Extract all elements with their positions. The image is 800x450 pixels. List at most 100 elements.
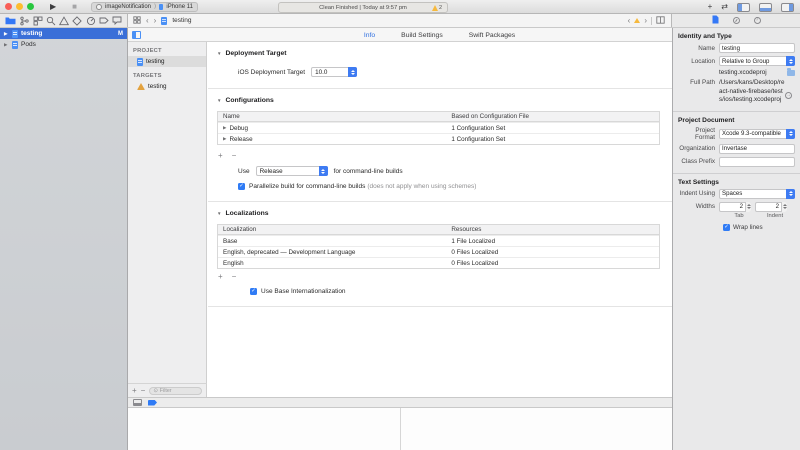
project-format-dropdown[interactable]: Xcode 9.3-compatible — [719, 129, 795, 139]
history-inspector-icon[interactable] — [733, 17, 740, 24]
issue-navigator-icon[interactable] — [59, 16, 69, 26]
wrap-lines-label: Wrap lines — [733, 224, 763, 231]
forward-button[interactable]: › — [154, 16, 157, 25]
stepper-arrows-icon[interactable] — [781, 202, 787, 212]
divider — [651, 17, 652, 25]
section-disclosure-icon[interactable]: ▼ — [217, 211, 221, 216]
run-button[interactable]: ▶ — [50, 0, 56, 14]
tab-info[interactable]: Info — [364, 32, 375, 39]
warning-badge[interactable]: 2 — [432, 5, 442, 11]
toggle-inspector-button[interactable] — [781, 3, 794, 12]
project-item-label: testing — [146, 58, 165, 65]
toggle-navigator-button[interactable] — [737, 3, 750, 12]
parallelize-checkbox[interactable]: ✓ — [238, 183, 245, 190]
jump-bar: ‹ › testing ‹ › — [128, 14, 672, 27]
class-prefix-label: Class Prefix — [677, 158, 719, 165]
next-issue-button[interactable]: › — [644, 16, 647, 25]
project-item-testing[interactable]: testing — [128, 56, 206, 67]
editor-tabs: Info Build Settings Swift Packages — [207, 28, 672, 42]
remove-target-button[interactable]: − — [141, 387, 146, 395]
name-field[interactable]: testing — [719, 43, 795, 53]
test-navigator-icon[interactable] — [72, 16, 82, 26]
add-localization-button[interactable]: + — [218, 272, 223, 281]
row-disclosure-icon[interactable]: ▶ — [223, 136, 226, 142]
tab-build-settings[interactable]: Build Settings — [401, 32, 443, 39]
report-navigator-icon[interactable] — [112, 16, 122, 25]
code-review-button[interactable]: ⇄ — [721, 0, 728, 14]
tab-width-stepper[interactable]: 2 — [719, 202, 751, 212]
section-title: Localizations — [225, 210, 268, 217]
ios-deployment-target-dropdown[interactable]: 10.0 — [311, 67, 357, 77]
row-disclosure-icon[interactable]: ▶ — [223, 125, 226, 131]
command-line-config-dropdown[interactable]: Release — [256, 166, 328, 176]
filter-field[interactable]: ⊙ Filter — [149, 387, 202, 395]
toggle-projects-list-icon[interactable] — [132, 31, 141, 39]
disclosure-triangle-icon[interactable]: ▶ — [4, 31, 9, 37]
remove-localization-button[interactable]: − — [232, 272, 237, 281]
hide-debug-area-icon[interactable] — [133, 399, 142, 406]
toggle-debug-area-button[interactable] — [759, 3, 772, 12]
target-item-testing[interactable]: testing — [128, 81, 206, 92]
targets-list-footer: + − ⊙ Filter — [128, 383, 207, 397]
section-configurations: ▼ Configurations — [217, 97, 672, 104]
wrap-lines-checkbox[interactable]: ✓ — [723, 224, 730, 231]
table-row[interactable]: English, deprecated — Development Langua… — [218, 246, 659, 257]
navigator-item-pods[interactable]: ▶ Pods — [0, 39, 127, 50]
debug-navigator-icon[interactable] — [86, 16, 96, 26]
indent-using-dropdown[interactable]: Spaces — [719, 189, 795, 199]
navigator-item-testing[interactable]: ▶ testing M — [0, 28, 127, 39]
base-internationalization-checkbox[interactable]: ✓ — [250, 288, 257, 295]
scheme-selector[interactable]: imageNotification ⟩ iPhone 11 — [91, 2, 198, 12]
find-navigator-icon[interactable] — [46, 16, 56, 26]
warning-icon — [432, 5, 438, 11]
section-disclosure-icon[interactable]: ▼ — [217, 98, 221, 103]
add-configuration-button[interactable]: + — [218, 151, 223, 160]
section-deployment-target: ▼ Deployment Target — [217, 50, 672, 57]
section-localizations: ▼ Localizations — [217, 210, 672, 217]
tab-swift-packages[interactable]: Swift Packages — [469, 32, 515, 39]
table-row[interactable]: ▶Release 1 Configuration Set — [218, 133, 659, 144]
class-prefix-field[interactable] — [719, 157, 795, 167]
stop-button[interactable]: ■ — [72, 0, 77, 14]
back-button[interactable]: ‹ — [146, 16, 149, 25]
add-editor-icon[interactable] — [656, 16, 665, 26]
add-target-button[interactable]: + — [132, 387, 137, 395]
dropdown-value: Release — [260, 168, 283, 175]
library-button[interactable]: + — [708, 0, 713, 14]
related-items-icon[interactable] — [133, 16, 141, 26]
debug-area-divider[interactable] — [400, 408, 401, 450]
location-dropdown[interactable]: Relative to Group — [719, 56, 795, 66]
dropdown-arrows-icon — [786, 189, 795, 199]
organization-value: Invertase — [722, 145, 747, 152]
minimize-button[interactable] — [16, 3, 23, 10]
section-divider — [208, 88, 672, 89]
indent-using-label: Indent Using — [677, 190, 719, 197]
choose-folder-icon[interactable] — [787, 70, 795, 76]
project-navigator-icon[interactable] — [5, 16, 16, 25]
symbol-navigator-icon[interactable] — [33, 16, 43, 26]
zoom-button[interactable] — [27, 3, 34, 10]
column-name: Name — [218, 113, 447, 120]
close-button[interactable] — [5, 3, 12, 10]
parallelize-note: (does not apply when using schemes) — [367, 183, 476, 190]
reveal-arrow-icon[interactable]: → — [785, 92, 792, 99]
table-row[interactable]: English 0 Files Localized — [218, 257, 659, 268]
quick-help-inspector-icon[interactable]: ? — [754, 17, 761, 24]
table-row[interactable]: ▶Debug 1 Configuration Set — [218, 122, 659, 133]
stepper-arrows-icon[interactable] — [745, 202, 751, 212]
disclosure-triangle-icon[interactable]: ▶ — [4, 42, 9, 48]
section-disclosure-icon[interactable]: ▼ — [217, 51, 221, 56]
table-row[interactable]: Base 1 File Localized — [218, 235, 659, 246]
file-inspector-icon[interactable] — [712, 15, 719, 26]
breakpoints-toggle-icon[interactable] — [148, 400, 157, 406]
source-control-navigator-icon[interactable] — [19, 16, 29, 26]
previous-issue-button[interactable]: ‹ — [628, 16, 631, 25]
indent-width-stepper[interactable]: 2 — [755, 202, 787, 212]
breakpoint-navigator-icon[interactable] — [99, 16, 109, 25]
project-group-header: PROJECT — [133, 48, 206, 54]
use-suffix-label: for command-line builds — [334, 168, 403, 175]
organization-field[interactable]: Invertase — [719, 144, 795, 154]
jump-bar-file-name[interactable]: testing — [172, 17, 191, 24]
base-internationalization-label: Use Base Internationalization — [261, 288, 346, 295]
remove-configuration-button[interactable]: − — [232, 151, 237, 160]
